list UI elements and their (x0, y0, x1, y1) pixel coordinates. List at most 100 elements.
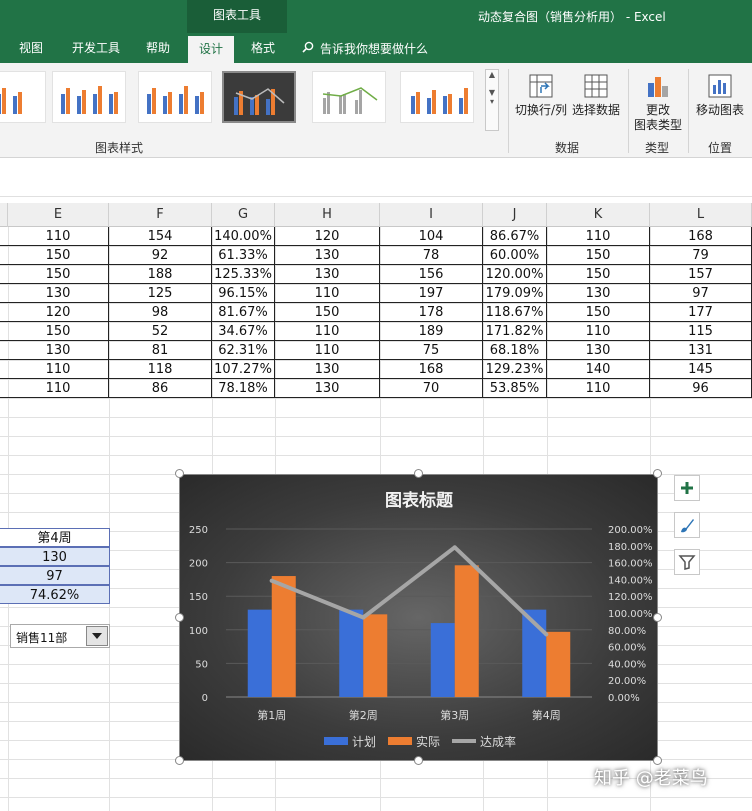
table-cell[interactable]: 70 (380, 379, 483, 398)
chart-style-thumb-6[interactable] (400, 71, 474, 123)
department-dropdown[interactable]: 销售11部 (10, 624, 110, 648)
table-cell[interactable]: 110 (275, 341, 380, 360)
table-cell[interactable]: 115 (650, 322, 752, 341)
table-cell[interactable]: 189 (380, 322, 483, 341)
table-cell[interactable]: 130 (275, 379, 380, 398)
table-cell[interactable]: 125 (109, 284, 212, 303)
dropdown-arrow-button[interactable] (86, 626, 108, 646)
table-cell[interactable]: 78.18% (212, 379, 275, 398)
table-cell[interactable]: 150 (8, 265, 109, 284)
move-chart-button[interactable]: 移动图表 (692, 73, 748, 118)
table-cell[interactable]: 34.67% (212, 322, 275, 341)
chart-styles-button[interactable] (674, 512, 700, 538)
table-cell[interactable]: 110 (547, 227, 650, 246)
table-cell[interactable]: 120.00% (483, 265, 547, 284)
table-cell[interactable]: 130 (8, 284, 109, 303)
table-cell[interactable]: 168 (650, 227, 752, 246)
tell-me-input[interactable]: 告诉我你想要做什么 (320, 40, 428, 57)
table-cell[interactable]: 150 (275, 303, 380, 322)
column-header-l[interactable]: L (650, 203, 752, 227)
table-cell[interactable]: 130 (8, 341, 109, 360)
chart-filters-button[interactable] (674, 549, 700, 575)
table-cell[interactable]: 52 (109, 322, 212, 341)
column-header-j[interactable]: J (483, 203, 547, 227)
table-cell[interactable]: 130 (547, 341, 650, 360)
table-cell[interactable]: 150 (547, 265, 650, 284)
table-cell[interactable]: 78 (380, 246, 483, 265)
table-cell[interactable]: 96 (650, 379, 752, 398)
table-cell[interactable]: 120 (8, 303, 109, 322)
column-header-h[interactable]: H (275, 203, 380, 227)
column-header-d[interactable] (0, 203, 8, 227)
column-header-k[interactable]: K (547, 203, 650, 227)
table-cell[interactable]: 98 (109, 303, 212, 322)
table-cell[interactable]: 150 (547, 246, 650, 265)
table-cell[interactable]: 107.27% (212, 360, 275, 379)
table-cell[interactable]: 131 (650, 341, 752, 360)
table-cell[interactable]: 118 (109, 360, 212, 379)
summary-actual-cell[interactable]: 97 (0, 566, 110, 585)
switch-row-column-button[interactable]: 切换行/列 (512, 73, 570, 118)
table-cell[interactable]: 110 (547, 322, 650, 341)
tab-help[interactable]: 帮助 (136, 33, 180, 63)
table-cell[interactable]: 110 (8, 360, 109, 379)
chart-style-thumb-3[interactable] (138, 71, 212, 123)
table-cell[interactable]: 171.82% (483, 322, 547, 341)
table-cell[interactable]: 130 (275, 246, 380, 265)
table-cell[interactable]: 62.31% (212, 341, 275, 360)
table-cell[interactable]: 68.18% (483, 341, 547, 360)
chart-elements-button[interactable] (674, 475, 700, 501)
resize-handle-top-right[interactable] (653, 469, 662, 478)
resize-handle-top-left[interactable] (175, 469, 184, 478)
table-cell[interactable]: 110 (8, 379, 109, 398)
table-cell[interactable]: 145 (650, 360, 752, 379)
resize-handle-bottom-left[interactable] (175, 756, 184, 765)
table-cell[interactable]: 179.09% (483, 284, 547, 303)
table-cell[interactable]: 53.85% (483, 379, 547, 398)
select-data-button[interactable]: 选择数据 (571, 73, 621, 118)
table-cell[interactable]: 130 (547, 284, 650, 303)
table-cell[interactable]: 104 (380, 227, 483, 246)
resize-handle-left[interactable] (175, 613, 184, 622)
table-cell[interactable]: 130 (275, 265, 380, 284)
table-cell[interactable]: 150 (8, 322, 109, 341)
table-cell[interactable]: 130 (275, 360, 380, 379)
table-cell[interactable]: 110 (275, 284, 380, 303)
table-cell[interactable]: 86 (109, 379, 212, 398)
resize-handle-bottom[interactable] (414, 756, 423, 765)
column-header-g[interactable]: G (212, 203, 275, 227)
tab-format[interactable]: 格式 (240, 33, 286, 63)
table-cell[interactable]: 178 (380, 303, 483, 322)
chart-style-thumb-2[interactable] (52, 71, 126, 123)
table-cell[interactable]: 118.67% (483, 303, 547, 322)
table-cell[interactable]: 154 (109, 227, 212, 246)
table-cell[interactable]: 150 (8, 246, 109, 265)
column-header-i[interactable]: I (380, 203, 483, 227)
tab-developer[interactable]: 开发工具 (62, 33, 130, 63)
table-cell[interactable]: 110 (275, 322, 380, 341)
table-cell[interactable]: 197 (380, 284, 483, 303)
table-cell[interactable]: 156 (380, 265, 483, 284)
table-cell[interactable]: 60.00% (483, 246, 547, 265)
tab-design[interactable]: 设计 (188, 36, 234, 63)
table-cell[interactable]: 125.33% (212, 265, 275, 284)
table-cell[interactable]: 150 (547, 303, 650, 322)
table-cell[interactable]: 110 (547, 379, 650, 398)
table-cell[interactable]: 81 (109, 341, 212, 360)
table-cell[interactable]: 92 (109, 246, 212, 265)
table-cell[interactable]: 96.15% (212, 284, 275, 303)
column-header-e[interactable]: E (8, 203, 109, 227)
table-cell[interactable]: 120 (275, 227, 380, 246)
table-cell[interactable]: 75 (380, 341, 483, 360)
table-cell[interactable]: 61.33% (212, 246, 275, 265)
table-cell[interactable]: 168 (380, 360, 483, 379)
summary-header-cell[interactable]: 第4周 (0, 528, 110, 547)
gallery-scrollbar[interactable]: ▲ ▼ ▾ (485, 69, 499, 131)
table-cell[interactable]: 81.67% (212, 303, 275, 322)
combo-chart[interactable]: 图表标题 0 50 100 150 200 250 0.00% 20.00% 40.00% 60.0… (179, 474, 658, 761)
table-cell[interactable]: 157 (650, 265, 752, 284)
summary-plan-cell[interactable]: 130 (0, 547, 110, 566)
table-cell[interactable]: 177 (650, 303, 752, 322)
tab-view[interactable]: 视图 (8, 33, 54, 63)
resize-handle-top[interactable] (414, 469, 423, 478)
